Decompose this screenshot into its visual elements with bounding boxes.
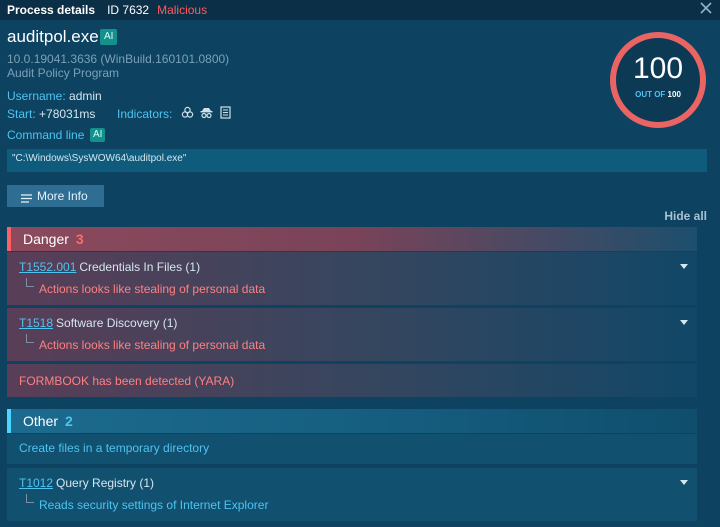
list-item[interactable]: T1012 Query Registry (1) Reads security s… <box>7 468 697 521</box>
list-item: Create files in a temporary directory <box>7 434 697 464</box>
item-detail: Reads security settings of Internet Expl… <box>39 498 269 512</box>
process-name: auditpol.exe <box>7 27 99 46</box>
start-row: Start: +78031ms <box>7 107 95 121</box>
item-text: FORMBOOK has been detected (YARA) <box>19 374 235 388</box>
indicators-label: Indicators: <box>117 107 173 121</box>
lines-icon <box>21 192 32 203</box>
item-title: Software Discovery (1) <box>56 316 178 330</box>
danger-count: 3 <box>75 231 84 247</box>
verdict-label: Malicious <box>157 3 208 17</box>
out-of-label: OUT OF <box>635 90 666 99</box>
item-text: Create files in a temporary directory <box>19 441 210 455</box>
more-info-label: More Info <box>37 189 88 203</box>
hide-all-link[interactable]: Hide all <box>664 209 707 223</box>
process-description: Audit Policy Program <box>7 66 120 80</box>
other-section-header[interactable]: Other 2 <box>7 409 697 433</box>
item-title: Credentials In Files (1) <box>79 260 201 274</box>
process-version: 10.0.19041.3636 (WinBuild.160101.0800) <box>7 52 230 66</box>
username-label: Username: <box>7 89 66 103</box>
score-max-value: 100 <box>667 90 681 99</box>
danger-section-header[interactable]: Danger 3 <box>7 227 697 251</box>
start-value: +78031ms <box>39 107 96 121</box>
item-detail: Actions looks like stealing of personal … <box>39 338 266 352</box>
score-max: OUT OF 100 <box>616 90 700 99</box>
list-item[interactable]: T1518 Software Discovery (1) Actions look… <box>7 308 697 361</box>
item-title-row: T1552.001 Credentials In Files (1) <box>19 260 200 274</box>
item-title: Query Registry (1) <box>56 476 155 490</box>
biohazard-icon[interactable] <box>181 106 194 119</box>
chevron-down-icon[interactable] <box>680 264 688 269</box>
ai-badge[interactable]: AI <box>100 29 118 45</box>
window-title: Process details <box>7 3 96 17</box>
item-detail: Actions looks like stealing of personal … <box>39 282 266 296</box>
start-label: Start: <box>7 107 36 121</box>
tree-elbow <box>26 334 34 343</box>
spy-icon[interactable] <box>200 106 213 119</box>
score-value: 100 <box>632 52 684 85</box>
danger-label: Danger <box>23 231 69 247</box>
technique-link[interactable]: T1518 <box>19 316 53 330</box>
command-line-ai-badge[interactable]: AI <box>90 128 106 142</box>
command-line-label: Command line <box>7 128 85 142</box>
close-icon[interactable] <box>698 2 714 18</box>
item-title-row: T1518 Software Discovery (1) <box>19 316 177 330</box>
registry-icon[interactable] <box>219 106 232 119</box>
process-id: ID 7632 <box>107 3 150 17</box>
item-title-row: T1012 Query Registry (1) <box>19 476 154 490</box>
list-item[interactable]: T1552.001 Credentials In Files (1) Action… <box>7 252 697 305</box>
username-value: admin <box>69 89 102 103</box>
technique-link[interactable]: T1012 <box>19 476 53 490</box>
technique-link[interactable]: T1552.001 <box>19 260 76 274</box>
chevron-down-icon[interactable] <box>680 480 688 485</box>
chevron-down-icon[interactable] <box>680 320 688 325</box>
indicator-icons <box>181 106 232 119</box>
username-row: Username: admin <box>7 89 102 103</box>
other-count: 2 <box>65 413 73 429</box>
threat-score-gauge: 100 OUT OF 100 <box>610 32 706 128</box>
tree-elbow <box>26 494 34 503</box>
list-item: FORMBOOK has been detected (YARA) <box>7 364 697 397</box>
command-line-field[interactable]: "C:\Windows\SysWOW64\auditpol.exe" <box>7 149 707 172</box>
other-label: Other <box>23 413 59 429</box>
titlebar: Process details ID 7632 Malicious <box>0 0 720 20</box>
more-info-button[interactable]: More Info <box>7 185 104 207</box>
tree-elbow <box>26 278 34 287</box>
